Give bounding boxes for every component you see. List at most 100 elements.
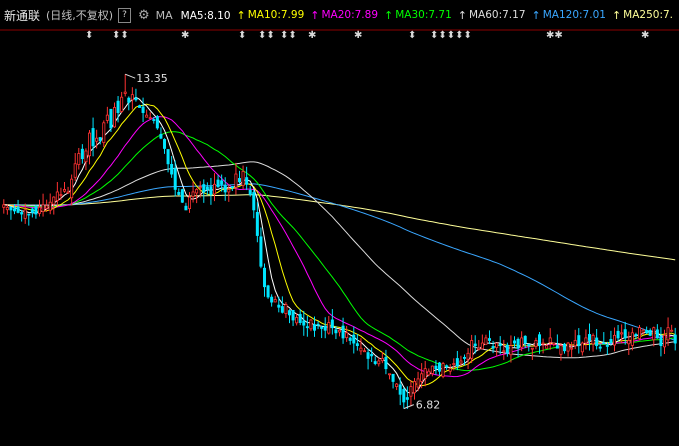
candle	[2, 204, 6, 208]
candle	[473, 343, 477, 347]
event-marker[interactable]: ⬍⬍	[258, 31, 275, 41]
candle	[237, 178, 242, 183]
candle	[523, 335, 527, 344]
candle	[520, 337, 524, 348]
candle	[277, 304, 281, 308]
candle	[466, 352, 470, 360]
candle	[116, 100, 120, 113]
candle	[434, 365, 438, 370]
candle	[73, 163, 77, 178]
event-marker[interactable]: ⬍	[85, 31, 93, 41]
candle	[587, 334, 592, 341]
candle	[70, 178, 74, 199]
stock-name: 新通联	[4, 8, 41, 23]
candle	[516, 338, 520, 349]
event-marker[interactable]: ⬍	[238, 31, 246, 41]
candle	[352, 334, 356, 344]
candle	[537, 334, 542, 347]
candle	[477, 347, 481, 350]
event-marker[interactable]: ✱	[181, 31, 189, 41]
candle	[577, 335, 581, 347]
candle	[655, 329, 659, 339]
candle	[591, 334, 595, 345]
candle	[448, 368, 452, 372]
candle	[62, 189, 67, 192]
candle	[423, 368, 427, 379]
candle	[641, 329, 645, 333]
candle	[437, 362, 442, 372]
candle	[395, 383, 399, 387]
candle	[584, 337, 588, 344]
event-marker[interactable]: ✱	[308, 31, 316, 41]
candle	[470, 340, 474, 359]
candle	[334, 329, 338, 334]
candle	[612, 334, 617, 346]
candle	[120, 96, 124, 112]
candle	[127, 97, 131, 103]
low-pointer	[403, 404, 414, 410]
event-marker[interactable]: ⬍	[408, 31, 416, 41]
candle	[284, 304, 288, 314]
high-pointer	[125, 73, 136, 79]
candle	[645, 329, 649, 334]
candle	[34, 206, 38, 215]
candle	[180, 189, 184, 203]
event-marker[interactable]: ⬍⬍⬍⬍⬍	[430, 31, 472, 41]
gear-icon[interactable]: ⚙	[138, 8, 150, 23]
candle	[109, 108, 113, 129]
candle	[602, 342, 606, 345]
event-marker[interactable]: ✱	[354, 31, 362, 41]
candle	[130, 94, 134, 101]
candle	[391, 373, 395, 382]
candle	[148, 117, 152, 120]
candle	[348, 337, 352, 341]
candle	[459, 360, 463, 364]
indicator-value: MA5:8.10	[180, 9, 231, 22]
candlestick-chart[interactable]: 13.35 6.82	[0, 0, 679, 446]
candle	[573, 340, 577, 347]
candle	[362, 350, 367, 353]
up-arrow-icon: ↑	[236, 8, 246, 22]
candle	[241, 171, 245, 186]
ma20-line	[3, 116, 676, 378]
candle	[223, 185, 227, 193]
help-button[interactable]: ?	[118, 7, 131, 23]
candle	[659, 336, 663, 347]
event-marker[interactable]: ⬍⬍	[280, 31, 297, 41]
candle	[666, 327, 670, 341]
candle	[427, 370, 431, 376]
up-arrow-icon: ↑	[310, 8, 320, 22]
indicator-ma5: MA5:8.10	[181, 10, 231, 22]
candle	[305, 326, 309, 329]
candle	[23, 209, 27, 219]
candle	[48, 201, 52, 211]
candle	[370, 353, 374, 357]
up-arrow-icon: ↑	[531, 8, 541, 22]
candle	[580, 342, 584, 353]
candle	[105, 114, 109, 121]
candle	[227, 189, 231, 193]
candle	[295, 317, 299, 324]
candle	[312, 324, 317, 331]
candle	[337, 329, 342, 333]
candle	[20, 212, 24, 215]
ma250-line	[3, 194, 676, 261]
candle	[123, 91, 127, 94]
candle	[152, 119, 156, 121]
candle	[77, 153, 81, 165]
candle	[359, 347, 363, 352]
event-marker[interactable]: ✱	[641, 31, 649, 41]
candle	[212, 183, 217, 195]
candle	[512, 340, 517, 344]
candle	[616, 330, 620, 339]
event-marker[interactable]: ✱✱	[546, 31, 563, 41]
event-marker[interactable]: ⬍⬍	[112, 31, 129, 41]
candle	[545, 345, 549, 349]
period-label: (日线,不复权)	[46, 9, 114, 22]
candle	[102, 122, 106, 143]
candle	[84, 150, 88, 163]
candle	[137, 105, 142, 108]
indicator-ma20: ↑ MA20:7.89	[310, 9, 378, 22]
candle	[598, 346, 602, 349]
candle	[287, 310, 292, 316]
